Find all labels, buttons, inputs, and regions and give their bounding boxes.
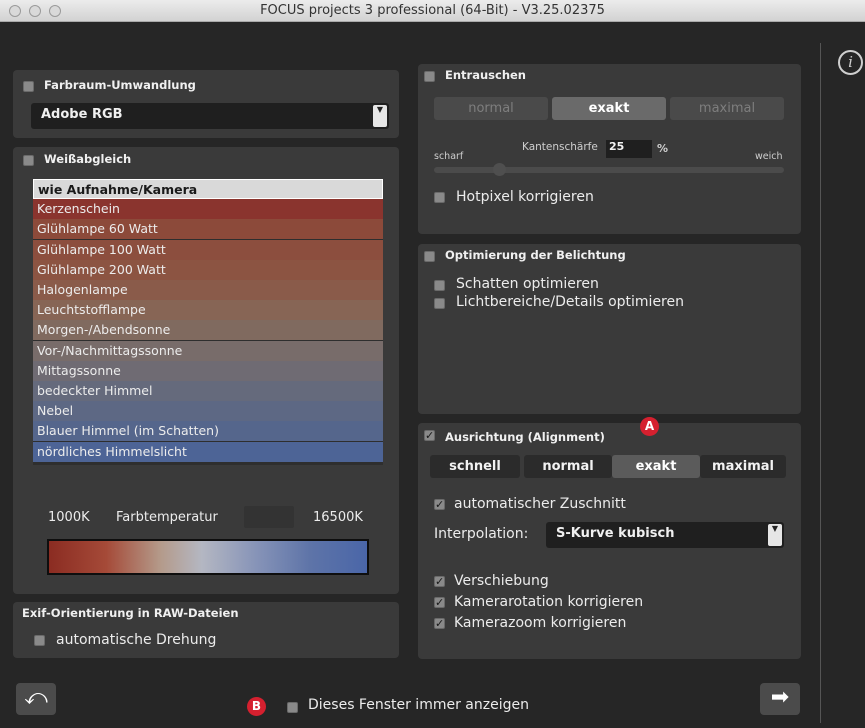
denoise-mode-normal[interactable]: normal [434,97,548,120]
alignment-header: Ausrichtung (Alignment) [445,430,605,444]
hotpixel-checkbox[interactable] [434,192,445,203]
interpolation-value: S-Kurve kubisch [556,526,675,541]
white-balance-header: Weißabgleich [44,152,132,166]
white-balance-item[interactable]: Glühlampe 200 Watt [33,259,383,280]
color-conversion-panel: Farbraum-Umwandlung Adobe RGB ▼ [13,70,399,138]
white-balance-item[interactable]: Halogenlampe [33,280,383,300]
temperature-gradient-bar[interactable] [47,539,369,575]
shift-label: Verschiebung [454,573,549,589]
badge-a: A [640,417,659,436]
window-title: FOCUS projects 3 professional (64-Bit) -… [260,3,605,18]
white-balance-item[interactable]: Kerzenschein [33,199,383,220]
auto-crop-checkbox[interactable]: ✓ [434,499,445,510]
edge-sharpness-slider-thumb[interactable] [493,163,506,176]
interpolation-label: Interpolation: [434,526,529,542]
edge-sharpness-input[interactable]: 25 [606,140,652,158]
alignment-mode-schnell[interactable]: schnell [430,455,520,478]
color-conversion-header: Farbraum-Umwandlung [44,78,196,92]
exif-header: Exif-Orientierung in RAW-Dateien [22,606,239,620]
hotpixel-label: Hotpixel korrigieren [456,189,594,205]
white-balance-item[interactable]: Blauer Himmel (im Schatten) [33,421,383,442]
chevron-down-icon: ▼ [768,524,782,546]
shadows-label: Schatten optimieren [456,276,599,292]
denoise-mode-exakt[interactable]: exakt [552,97,666,120]
white-balance-item[interactable]: Leuchtstofflampe [33,300,383,321]
denoise-mode-maximal[interactable]: maximal [670,97,784,120]
exposure-header: Optimierung der Belichtung [445,248,626,262]
white-balance-list[interactable]: wie Aufnahme/Kamera Kerzenschein Glühlampe… [33,179,383,465]
temp-value-field[interactable] [244,506,294,528]
shadows-checkbox[interactable] [434,280,445,291]
white-balance-item[interactable]: Morgen-/Abendsonne [33,320,383,341]
exposure-panel: Optimierung der Belichtung Schatten opti… [418,244,801,414]
temp-label: Farbtemperatur [116,510,218,525]
info-icon[interactable]: i [838,50,863,75]
white-balance-item[interactable]: Glühlampe 100 Watt [33,239,383,260]
white-balance-item[interactable]: bedeckter Himmel [33,381,383,401]
sharp-label: scharf [434,151,464,162]
white-balance-item[interactable]: Glühlampe 60 Watt [33,219,383,240]
white-balance-item[interactable]: Mittagssonne [33,360,383,381]
next-button[interactable]: ➡ [760,683,800,715]
soft-label: weich [755,151,783,162]
zoom-label: Kamerazoom korrigieren [454,615,627,631]
alignment-mode-maximal[interactable]: maximal [700,455,786,478]
alignment-panel: ✓ Ausrichtung (Alignment) schnell normal… [418,423,801,659]
denoise-checkbox[interactable] [424,71,435,82]
white-balance-item[interactable]: Nebel [33,401,383,422]
white-balance-checkbox[interactable] [23,155,34,166]
auto-rotate-label: automatische Drehung [56,632,217,648]
white-balance-item[interactable]: nördliches Himmelslicht [33,441,383,462]
auto-rotate-checkbox[interactable] [34,635,45,646]
undo-arrow-icon: ⤺ [24,685,48,710]
alignment-mode-exakt[interactable]: exakt [612,455,700,478]
white-balance-item[interactable]: wie Aufnahme/Kamera [33,179,383,199]
color-conversion-checkbox[interactable] [23,81,34,92]
white-balance-item[interactable]: Vor-/Nachmittagssonne [33,340,383,361]
highlights-checkbox[interactable] [434,298,445,309]
auto-crop-label: automatischer Zuschnitt [454,496,626,512]
highlights-label: Lichtbereiche/Details optimieren [456,294,684,310]
temp-min-label: 1000K [48,510,90,525]
edge-sharpness-slider[interactable] [434,167,784,173]
temp-max-label: 16500K [313,510,363,525]
zoom-checkbox[interactable]: ✓ [434,618,445,629]
alignment-mode-normal[interactable]: normal [524,455,612,478]
edge-sharpness-unit: % [657,142,669,155]
color-space-value: Adobe RGB [41,107,123,122]
rotation-checkbox[interactable]: ✓ [434,597,445,608]
exposure-checkbox[interactable] [424,251,435,262]
shift-checkbox[interactable]: ✓ [434,576,445,587]
denoise-header: Entrauschen [445,68,526,82]
app-window: FOCUS projects 3 professional (64-Bit) -… [0,0,865,728]
right-arrow-icon: ➡ [770,685,790,710]
alignment-checkbox[interactable]: ✓ [424,430,435,441]
title-bar: FOCUS projects 3 professional (64-Bit) -… [0,0,865,22]
side-divider [820,43,821,723]
always-show-checkbox[interactable] [287,702,298,713]
exif-panel: Exif-Orientierung in RAW-Dateien automat… [13,602,399,658]
denoise-panel: Entrauschen normal exakt maximal scharf … [418,64,801,234]
color-space-select[interactable]: Adobe RGB ▼ [31,103,389,129]
back-button[interactable]: ⤺ [16,683,56,715]
chevron-down-icon: ▼ [373,105,387,127]
edge-sharpness-label: Kantenschärfe [522,141,598,153]
interpolation-select[interactable]: S-Kurve kubisch ▼ [546,522,784,548]
rotation-label: Kamerarotation korrigieren [454,594,644,610]
badge-b: B [247,697,266,716]
always-show-label: Dieses Fenster immer anzeigen [308,697,529,713]
